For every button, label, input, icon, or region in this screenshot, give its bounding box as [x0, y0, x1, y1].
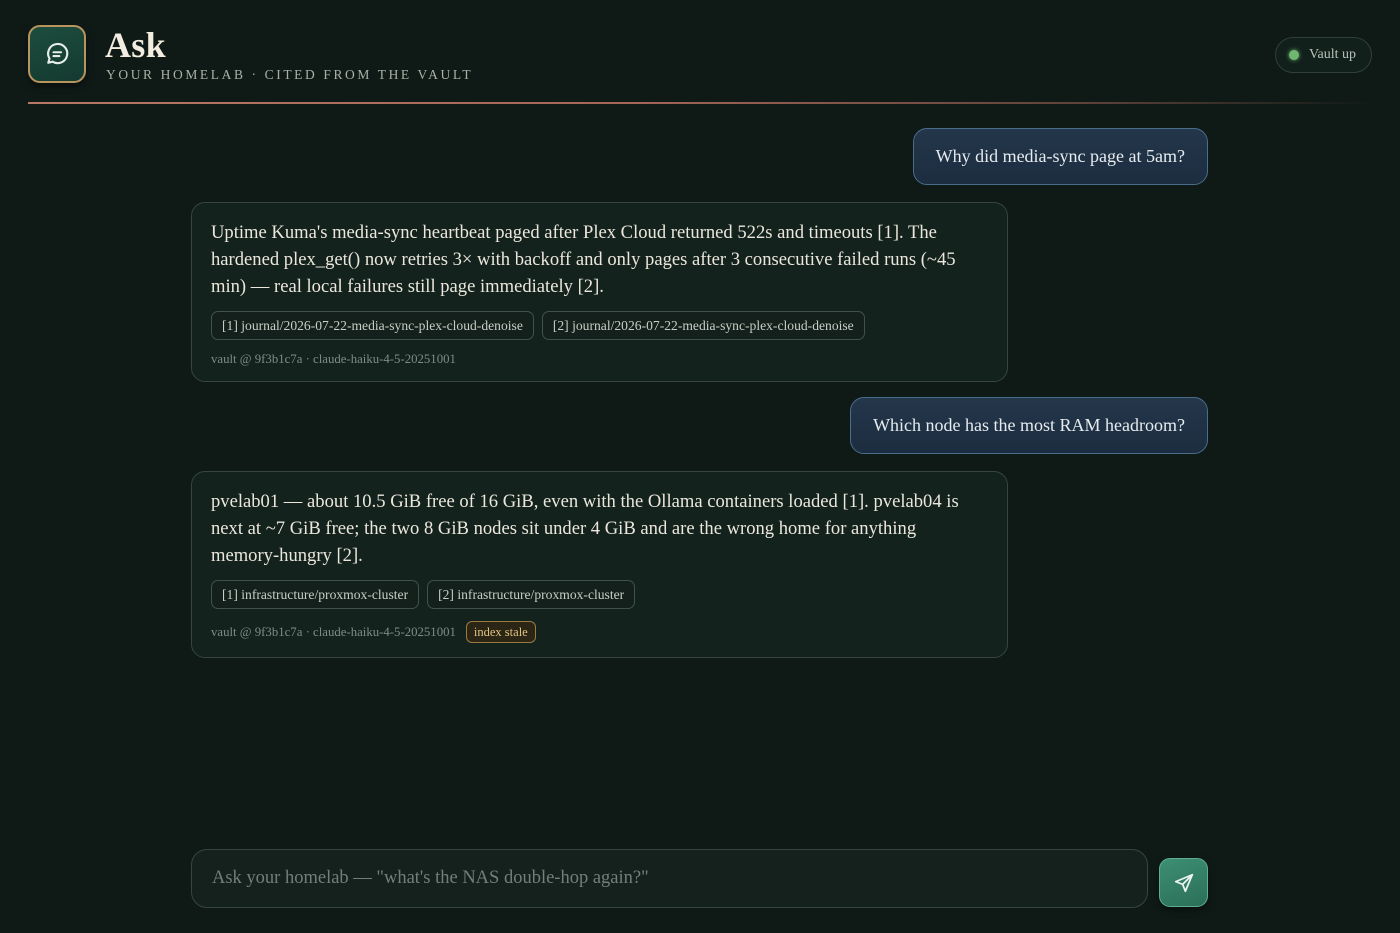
user-message-text: Which node has the most RAM headroom?: [873, 415, 1185, 435]
ask-input[interactable]: [192, 850, 1147, 907]
citation-list: [1] journal/2026-07-22-media-sync-plex-c…: [211, 311, 988, 340]
index-stale-badge: index stale: [465, 621, 536, 643]
vault-status-label: Vault up: [1309, 47, 1357, 62]
citation-list: [1] infrastructure/proxmox-cluster [2] i…: [211, 580, 988, 609]
assistant-message: Uptime Kuma's media-sync heartbeat paged…: [191, 202, 1008, 382]
vault-status-badge: Vault up: [1275, 37, 1372, 73]
vault-model-info: vault @ 9f3b1c7a · claude-haiku-4-5-2025…: [211, 624, 456, 639]
user-message: Why did media-sync page at 5am?: [912, 128, 1208, 185]
vault-model-info: vault @ 9f3b1c7a · claude-haiku-4-5-2025…: [211, 352, 456, 366]
page-subtitle: YOUR HOMELAB · CITED FROM THE VAULT: [106, 67, 474, 82]
chat-bubble-icon: [47, 42, 69, 65]
citation-chip[interactable]: [2] journal/2026-07-22-media-sync-plex-c…: [541, 311, 865, 340]
page-title: Ask: [105, 25, 166, 65]
assistant-message: pvelab01 — about 10.5 GiB free of 16 GiB…: [191, 471, 1008, 658]
send-icon: [1174, 873, 1193, 892]
answer-meta: vault @ 9f3b1c7a · claude-haiku-4-5-2025…: [211, 621, 988, 643]
send-button[interactable]: [1159, 858, 1208, 907]
header-divider: [28, 102, 1372, 104]
user-message-text: Why did media-sync page at 5am?: [935, 146, 1185, 166]
status-dot-icon: [1289, 50, 1299, 60]
user-message: Which node has the most RAM headroom?: [850, 397, 1208, 454]
citation-chip[interactable]: [1] infrastructure/proxmox-cluster: [211, 580, 420, 609]
composer: [191, 849, 1148, 908]
logo: [28, 25, 86, 83]
header: Ask YOUR HOMELAB · CITED FROM THE VAULT …: [28, 25, 1372, 85]
citation-chip[interactable]: [1] journal/2026-07-22-media-sync-plex-c…: [211, 311, 534, 340]
answer-meta: vault @ 9f3b1c7a · claude-haiku-4-5-2025…: [211, 352, 988, 367]
assistant-answer-text: pvelab01 — about 10.5 GiB free of 16 GiB…: [211, 491, 959, 566]
app-window: Ask YOUR HOMELAB · CITED FROM THE VAULT …: [0, 0, 1400, 933]
assistant-answer-text: Uptime Kuma's media-sync heartbeat paged…: [211, 222, 956, 297]
citation-chip[interactable]: [2] infrastructure/proxmox-cluster: [427, 580, 636, 609]
